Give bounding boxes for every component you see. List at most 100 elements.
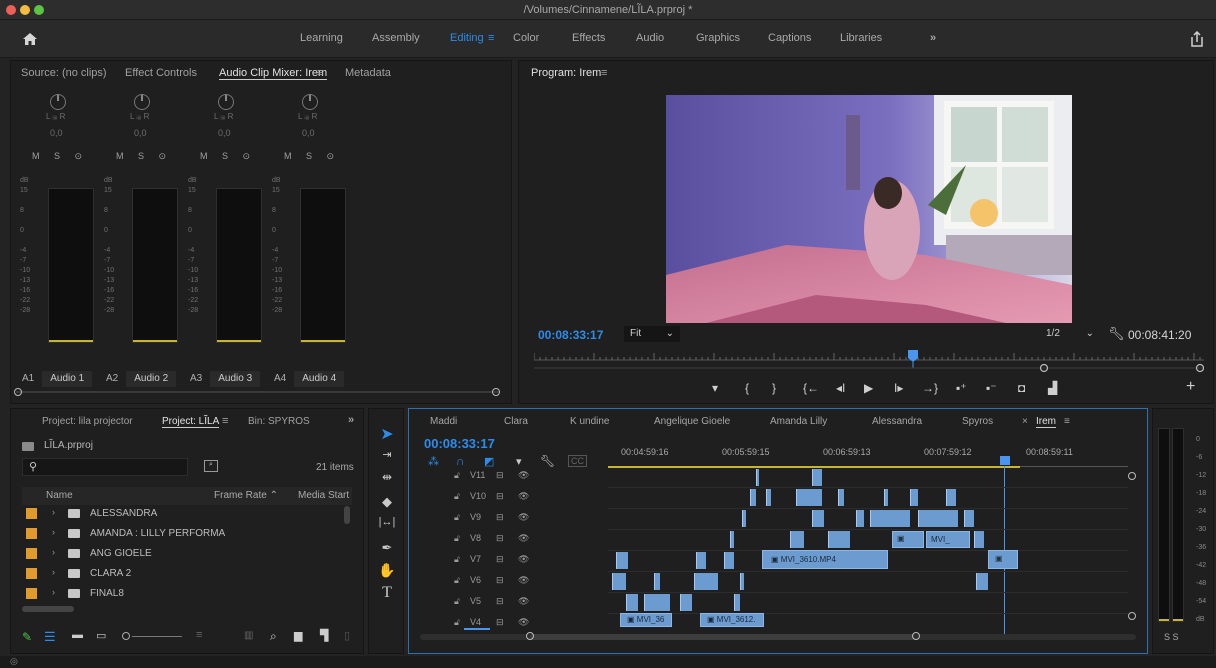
tab-effect-controls[interactable]: Effect Controls xyxy=(125,67,197,79)
clip[interactable]: MVI_ xyxy=(926,531,970,548)
go-to-in-icon[interactable]: {← xyxy=(803,381,819,395)
scroll-handle-left[interactable] xyxy=(526,632,534,640)
clip[interactable] xyxy=(976,573,988,590)
clip[interactable] xyxy=(884,489,888,506)
clip[interactable] xyxy=(742,510,746,527)
track-header-v8[interactable]: 🔓︎ V8 ⊟ 👁︎ xyxy=(410,529,606,548)
track-header-v9[interactable]: 🔓︎ V9 ⊟ 👁︎ xyxy=(410,508,606,527)
clip[interactable] xyxy=(856,510,864,527)
timeline-timecode[interactable]: 00:08:33:17 xyxy=(424,436,495,451)
project-search-input[interactable]: ⚲ xyxy=(22,458,188,476)
sequence-tab-spyros[interactable]: Spyros xyxy=(962,416,993,427)
mute-solo-record-buttons[interactable]: M S ⊙ xyxy=(200,151,256,162)
panel-menu-icon[interactable]: ≡ xyxy=(1064,416,1070,427)
pan-knob[interactable] xyxy=(218,94,234,110)
work-area-bar[interactable] xyxy=(608,466,1020,468)
sequence-tab-irem[interactable]: Irem xyxy=(1036,416,1056,428)
track-header-v7[interactable]: 🔓︎ V7 ⊟ 👁︎ xyxy=(410,550,606,569)
playhead-handle[interactable] xyxy=(1000,456,1010,465)
workspace-learning[interactable]: Learning xyxy=(300,32,343,44)
mute-solo-record-buttons[interactable]: M S ⊙ xyxy=(116,151,172,162)
pen-tool-icon[interactable]: ✒ xyxy=(376,540,398,556)
extract-icon[interactable]: ▪⁻ xyxy=(986,381,997,395)
clip[interactable] xyxy=(790,531,804,548)
vertical-zoom-handle[interactable] xyxy=(1128,472,1136,480)
volume-fader[interactable] xyxy=(48,188,94,343)
clip[interactable]: ▣ xyxy=(988,550,1018,569)
tab-audio-clip-mixer[interactable]: Audio Clip Mixer: Irem xyxy=(219,67,328,80)
clip[interactable]: ▣ MVI_3612. xyxy=(700,613,764,627)
scroll-handle-right[interactable] xyxy=(492,388,500,396)
more-tabs-icon[interactable]: » xyxy=(348,414,354,426)
workspace-assembly[interactable]: Assembly xyxy=(372,32,420,44)
clip[interactable] xyxy=(680,594,692,611)
automate-icon[interactable]: ▥ xyxy=(244,630,253,641)
list-item[interactable]: › FINAL8 xyxy=(22,584,352,604)
column-media-start[interactable]: Media Start xyxy=(298,490,349,501)
project-list-scrollbar[interactable] xyxy=(22,606,74,612)
clip[interactable] xyxy=(750,489,756,506)
step-back-icon[interactable]: ◂I xyxy=(836,381,845,395)
pan-value[interactable]: 0,0 xyxy=(50,128,63,138)
column-name[interactable]: Name xyxy=(46,490,73,501)
program-current-timecode[interactable]: 00:08:33:17 xyxy=(538,328,603,342)
solo-buttons[interactable]: S S xyxy=(1164,632,1179,642)
find-icon[interactable]: ⌕ xyxy=(204,460,218,472)
vertical-zoom-handle[interactable] xyxy=(1128,612,1136,620)
scroll-handle-left[interactable] xyxy=(14,388,22,396)
pan-value[interactable]: 0,0 xyxy=(218,128,231,138)
comparison-view-icon[interactable]: ▟ xyxy=(1048,381,1057,395)
column-frame-rate[interactable]: Frame Rate ⌃ xyxy=(214,490,278,501)
new-item-icon[interactable]: ▜ xyxy=(320,629,328,642)
clip[interactable] xyxy=(694,573,718,590)
clip[interactable] xyxy=(654,573,660,590)
type-tool-icon[interactable]: T xyxy=(376,584,398,602)
tab-metadata[interactable]: Metadata xyxy=(345,67,391,79)
clip[interactable] xyxy=(796,489,822,506)
zoom-window-button[interactable] xyxy=(34,5,44,15)
clip[interactable] xyxy=(870,510,910,527)
pan-knob[interactable] xyxy=(302,94,318,110)
pan-knob[interactable] xyxy=(50,94,66,110)
clip[interactable] xyxy=(626,594,638,611)
share-icon[interactable] xyxy=(1190,31,1204,47)
clip[interactable]: ▣ MVI_36 xyxy=(620,613,672,627)
sequence-tab-amanda-lilly[interactable]: Amanda Lilly xyxy=(770,416,827,427)
export-frame-icon[interactable]: ◘ xyxy=(1018,381,1025,395)
sequence-tab-alessandra[interactable]: Alessandra xyxy=(872,416,922,427)
clip[interactable] xyxy=(724,552,734,569)
find-icon[interactable]: ⌕ xyxy=(270,629,277,644)
track-header-v4[interactable]: 🔓︎ V4 ⊟ 👁︎ xyxy=(410,613,606,632)
tab-bin-spyros[interactable]: Bin: SPYROS xyxy=(248,416,310,427)
panel-menu-icon[interactable]: ≡ xyxy=(222,415,228,427)
clip[interactable] xyxy=(918,510,958,527)
clip[interactable] xyxy=(812,469,822,486)
clip[interactable] xyxy=(828,531,850,548)
track-header-v6[interactable]: 🔓︎ V6 ⊟ 👁︎ xyxy=(410,571,606,590)
clip[interactable] xyxy=(946,489,956,506)
sort-icon[interactable]: ≡ xyxy=(196,629,202,641)
clip[interactable] xyxy=(734,594,740,611)
sequence-tab-angelique-gioele[interactable]: Angelique Gioele xyxy=(654,416,730,427)
program-monitor-title[interactable]: Program: Irem xyxy=(531,67,601,79)
project-vertical-scrollbar[interactable] xyxy=(344,506,350,524)
timeline-scroll-thumb[interactable] xyxy=(530,634,914,640)
clip[interactable]: ▣ xyxy=(892,531,924,548)
clip[interactable] xyxy=(766,489,771,506)
mute-solo-record-buttons[interactable]: M S ⊙ xyxy=(32,151,88,162)
button-editor-add-icon[interactable]: + xyxy=(1186,378,1195,396)
new-bin-icon[interactable]: ▆ xyxy=(294,629,302,642)
list-item[interactable]: › AMANDA : LILLY PERFORMA xyxy=(22,524,352,544)
clip[interactable] xyxy=(740,573,744,590)
minimize-window-button[interactable] xyxy=(20,5,30,15)
tab-project-lila-projector[interactable]: Project: lila projector xyxy=(42,416,133,427)
tab-source[interactable]: Source: (no clips) xyxy=(21,67,107,79)
zoom-slider-handle[interactable] xyxy=(122,632,130,640)
track-header-v11[interactable]: 🔓︎ V11 ⊟ 👁︎ xyxy=(410,466,606,485)
workspace-graphics[interactable]: Graphics xyxy=(696,32,740,44)
clip[interactable] xyxy=(964,510,974,527)
program-time-ruler[interactable] xyxy=(534,348,1204,374)
slip-tool-icon[interactable]: |↔| xyxy=(376,516,398,528)
trash-icon[interactable]: ▯ xyxy=(344,629,350,642)
track-select-tool-icon[interactable]: ⇥ xyxy=(376,448,398,461)
